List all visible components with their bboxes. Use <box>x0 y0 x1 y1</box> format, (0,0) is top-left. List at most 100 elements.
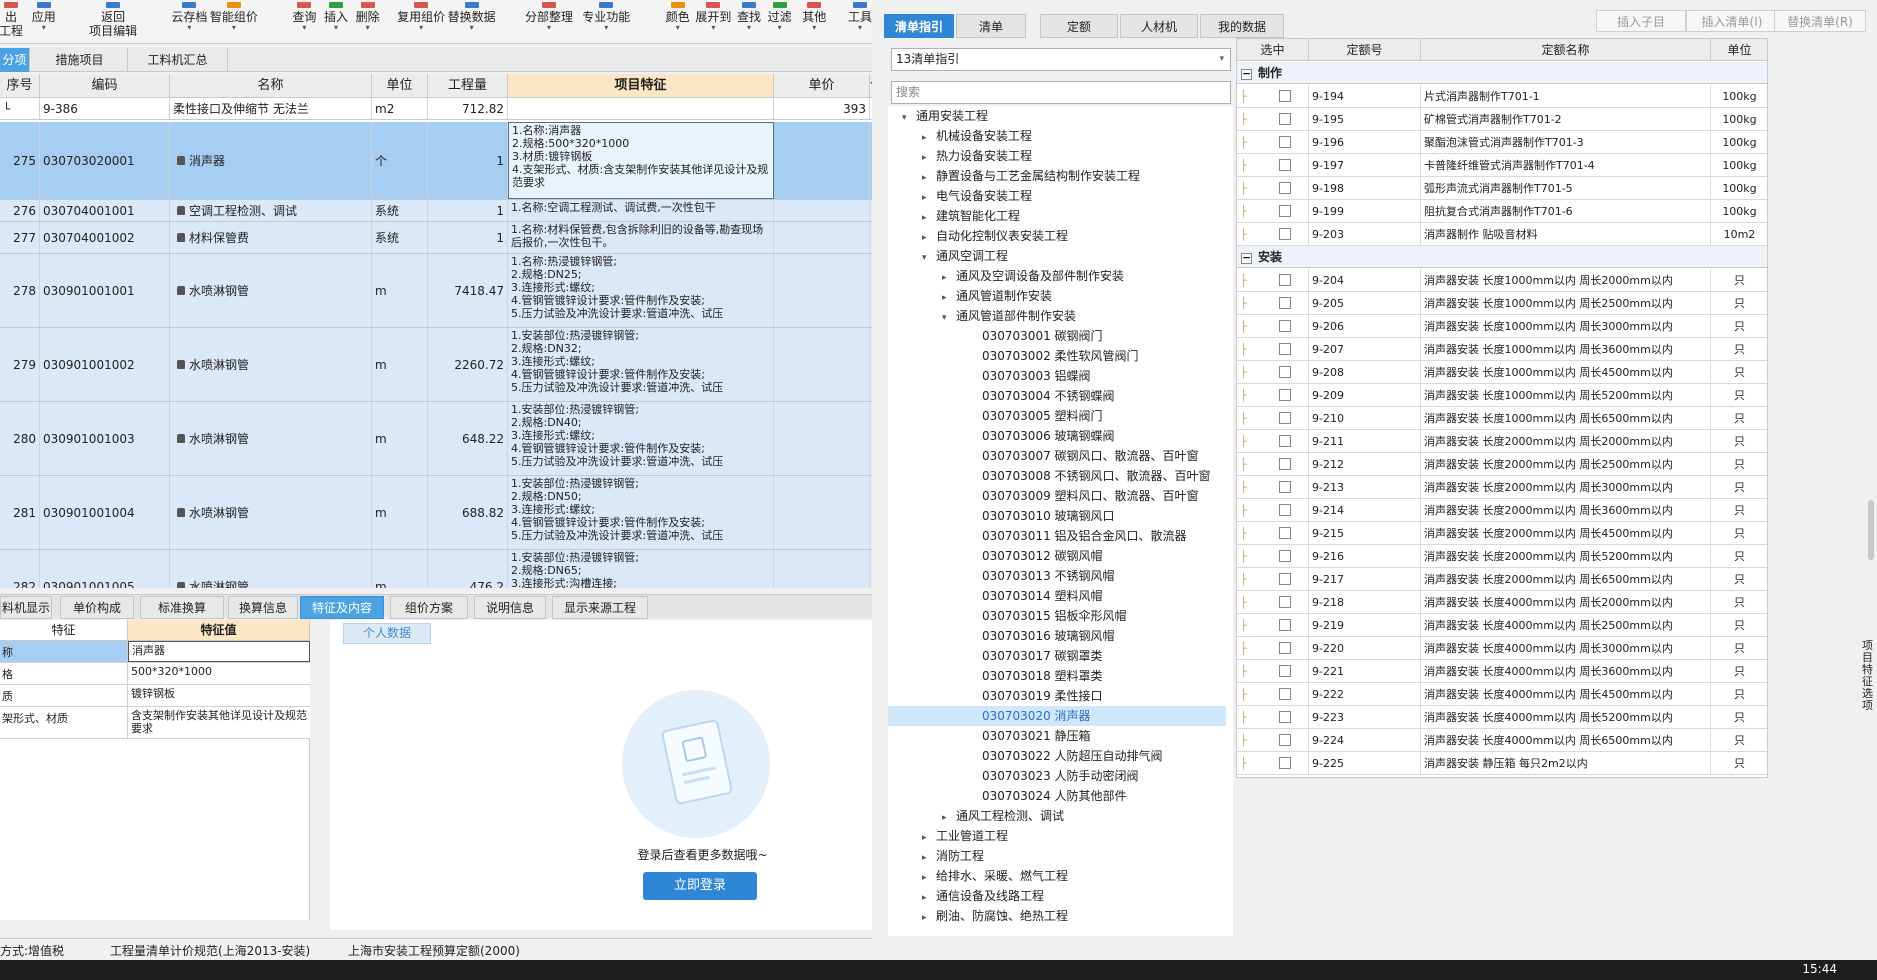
tab-labor-material-summary[interactable]: 工料机汇总 <box>128 48 228 72</box>
tree-search-input[interactable]: 搜索 <box>891 81 1231 104</box>
quota-row[interactable]: ├ 9-217 消声器安装 长度2000mm以内 周长6500mm以内只 <box>1237 568 1767 591</box>
row-checkbox[interactable] <box>1279 550 1291 562</box>
row-checkbox[interactable] <box>1279 642 1291 654</box>
table-row[interactable]: 277 030704001002 材料保管费 系统 1 1.名称:材料保管费,包含拆除利旧… <box>0 222 872 254</box>
caret-right-icon[interactable]: ▸ <box>942 268 956 288</box>
quota-row[interactable]: ├ 9-219 消声器安装 长度4000mm以内 周长2500mm以内只 <box>1237 614 1767 637</box>
feature-row[interactable]: 架形式、材质 含支架制作安装其他详见设计及规范要求 <box>0 707 310 739</box>
color-button[interactable]: 颜色 ▾ <box>662 0 694 44</box>
feature-row[interactable]: 称消声器 <box>0 641 310 663</box>
insert-sub-item-button[interactable]: 插入子目 <box>1596 10 1686 32</box>
row-checkbox[interactable] <box>1279 136 1291 148</box>
detail-tab[interactable]: 料机显示 <box>0 596 52 619</box>
tree-node[interactable]: 030703018 塑料罩类 <box>888 666 1226 686</box>
tree-node[interactable]: 030703019 柔性接口 <box>888 686 1226 706</box>
row-checkbox[interactable] <box>1279 435 1291 447</box>
row-checkbox[interactable] <box>1279 343 1291 355</box>
caret-right-icon[interactable]: ▸ <box>922 168 936 188</box>
login-button[interactable]: 立即登录 <box>643 872 757 900</box>
row-feature[interactable]: 1.名称:热浸镀锌钢管; 2.规格:DN25; 3.连接形式:螺纹; 4.管钢管… <box>508 254 774 327</box>
quota-row[interactable]: ├ 9-198 弧形声流式消声器制作T701-5 100kg <box>1237 177 1767 200</box>
table-row[interactable]: └9-386柔性接口及伸缩节 无法兰m2712.82 39328 <box>0 98 872 120</box>
query-button[interactable]: 查询 ▾ <box>286 0 324 44</box>
row-checkbox[interactable] <box>1279 182 1291 194</box>
tree-node[interactable]: ▸ 工业管道工程 <box>888 826 1226 846</box>
row-feature[interactable]: 1.名称:空调工程测试、调试费,一次性包干 <box>508 200 774 221</box>
tab-measures[interactable]: 措施项目 <box>32 48 128 72</box>
row-checkbox[interactable] <box>1279 228 1291 240</box>
organize-button[interactable]: 分部整理 ▾ <box>521 0 576 44</box>
row-checkbox[interactable] <box>1279 90 1291 102</box>
quota-row[interactable]: ├ 9-221 消声器安装 长度4000mm以内 周长3600mm以内只 <box>1237 660 1767 683</box>
tree-node[interactable]: 030703017 碳钢罩类 <box>888 646 1226 666</box>
row-checkbox[interactable] <box>1279 205 1291 217</box>
detail-tab[interactable]: 标准换算 <box>140 596 224 619</box>
tree-node[interactable]: 030703001 碳钢阀门 <box>888 326 1226 346</box>
filter-button[interactable]: 过滤 ▾ <box>765 0 795 44</box>
row-checkbox[interactable] <box>1279 458 1291 470</box>
row-feature[interactable]: 1.名称:消声器 2.规格:500*320*1000 3.材质:镀锌钢板 4.支… <box>508 122 774 199</box>
quota-row[interactable]: ├ 9-194 片式消声器制作T701-1 100kg <box>1237 85 1767 108</box>
caret-down-icon[interactable]: ▾ <box>922 248 936 268</box>
tab-bill[interactable]: 清单 <box>956 14 1026 38</box>
tree-node[interactable]: ▾ 通用安装工程 <box>888 106 1226 126</box>
tab-bill-guide[interactable]: 清单指引 <box>884 14 954 38</box>
tree-node[interactable]: 030703023 人防手动密闭阀 <box>888 766 1226 786</box>
tree-node[interactable]: 030703006 玻璃钢蝶阀 <box>888 426 1226 446</box>
delete-button[interactable]: 删除 ▾ <box>349 0 387 44</box>
table-row[interactable]: 280 030901001003 水喷淋钢管 m 648.22 1.安装部位:热浸镀锌钢管… <box>0 402 872 476</box>
caret-right-icon[interactable]: ▸ <box>922 908 936 928</box>
quota-row[interactable]: ├ 9-209 消声器安装 长度1000mm以内 周长5200mm以内只 <box>1237 384 1767 407</box>
replace-bill-button[interactable]: 替换清单(R) <box>1774 10 1866 32</box>
guide-dropdown[interactable]: 13清单指引 ▾ <box>891 48 1231 71</box>
tree-node[interactable]: ▸ 通风管道制作安装 <box>888 286 1226 306</box>
tree-node[interactable]: 030703010 玻璃钢风口 <box>888 506 1226 526</box>
table-row[interactable]: 279 030901001002 水喷淋钢管 m 2260.72 1.安装部位:热浸镀锌钢… <box>0 328 872 402</box>
tree-node[interactable]: ▾ 通风管道部件制作安装 <box>888 306 1226 326</box>
tree-node[interactable]: ▸ 消防工程 <box>888 846 1226 866</box>
tree-node[interactable]: 030703012 碳钢风帽 <box>888 546 1226 566</box>
caret-right-icon[interactable]: ▸ <box>942 808 956 828</box>
tree-node[interactable]: 030703024 人防其他部件 <box>888 786 1226 806</box>
caret-down-icon[interactable]: ▾ <box>942 308 956 328</box>
caret-right-icon[interactable]: ▸ <box>922 828 936 848</box>
tree-node[interactable]: 030703009 塑料风口、散流器、百叶窗 <box>888 486 1226 506</box>
feature-row[interactable]: 格 500*320*1000 <box>0 663 310 685</box>
row-checkbox[interactable] <box>1279 274 1291 286</box>
insert-bill-button[interactable]: 插入清单(I) <box>1686 10 1778 32</box>
tree-node[interactable]: 030703021 静压箱 <box>888 726 1226 746</box>
quota-row[interactable]: ├ 9-204 消声器安装 长度1000mm以内 周长2000mm以内只 <box>1237 269 1767 292</box>
quota-row[interactable]: ├ 9-225 消声器安装 静压箱 每只2m2以内只 <box>1237 752 1767 775</box>
status-spec[interactable]: 工程量清单计价规范(上海2013-安装) <box>110 942 310 959</box>
quota-row[interactable]: ├ 9-211 消声器安装 长度2000mm以内 周长2000mm以内只 <box>1237 430 1767 453</box>
collapse-icon[interactable]: − <box>1241 68 1252 80</box>
caret-right-icon[interactable]: ▸ <box>922 188 936 208</box>
caret-right-icon[interactable]: ▸ <box>922 228 936 248</box>
tree-node[interactable]: 030703005 塑料阀门 <box>888 406 1226 426</box>
detail-tab[interactable]: 单价构成 <box>60 596 134 619</box>
collapse-icon[interactable]: − <box>1241 252 1252 264</box>
feature-value[interactable]: 500*320*1000 <box>128 663 310 684</box>
row-checkbox[interactable] <box>1279 757 1291 769</box>
row-checkbox[interactable] <box>1279 389 1291 401</box>
quota-row[interactable]: ├ 9-205 消声器安装 长度1000mm以内 周长2500mm以内只 <box>1237 292 1767 315</box>
quota-group[interactable]: − 制作 <box>1237 62 1767 84</box>
tree-node[interactable]: ▸ 通风及空调设备及部件制作安装 <box>888 266 1226 286</box>
tree-node[interactable]: ▾ 通风空调工程 <box>888 246 1226 266</box>
row-feature[interactable]: 1.安装部位:热浸镀锌钢管; 2.规格:DN32; 3.连接形式:螺纹; 4.管… <box>508 328 774 401</box>
quota-group[interactable]: − 安装 <box>1237 246 1767 268</box>
quota-row[interactable]: ├ 9-210 消声器安装 长度1000mm以内 周长6500mm以内只 <box>1237 407 1767 430</box>
apply-button[interactable]: 应用 ▾ <box>22 0 66 44</box>
tree-node[interactable]: ▸ 通信设备及线路工程 <box>888 886 1226 906</box>
feature-value[interactable]: 镀锌钢板 <box>128 685 310 706</box>
smart-price-button[interactable]: 智能组价 ▾ <box>208 0 259 44</box>
status-quota[interactable]: 上海市安装工程预算定额(2000) <box>348 942 520 959</box>
row-checkbox[interactable] <box>1279 113 1291 125</box>
row-checkbox[interactable] <box>1279 412 1291 424</box>
table-row[interactable]: 275 030703020001 消声器 个 1 1.名称:消声器 2.规格:500*32… <box>0 122 872 200</box>
quota-row[interactable]: ├ 9-196 聚酯泡沫管式消声器制作T701-3 100kg <box>1237 131 1767 154</box>
tab-my-data[interactable]: 我的数据 <box>1200 14 1284 38</box>
detail-tab[interactable]: 组价方案 <box>390 596 468 619</box>
tree-node[interactable]: ▸ 热力设备安装工程 <box>888 146 1226 166</box>
row-checkbox[interactable] <box>1279 573 1291 585</box>
